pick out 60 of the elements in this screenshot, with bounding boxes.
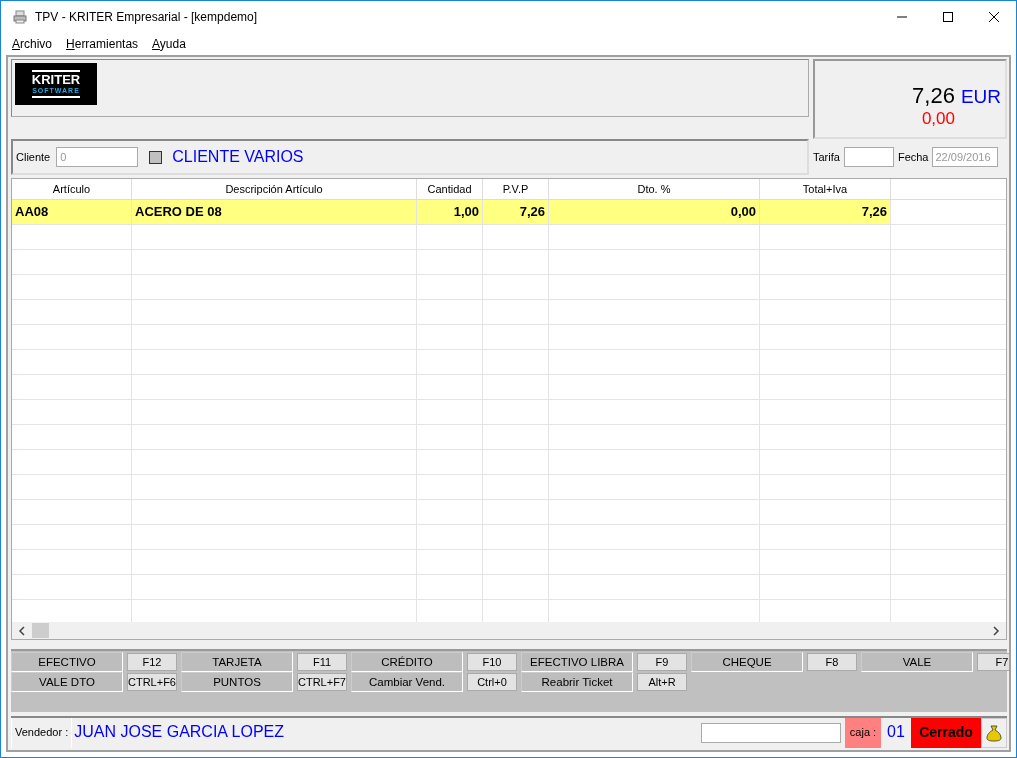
money-bag-button[interactable] xyxy=(981,718,1007,748)
client-checkbox[interactable] xyxy=(149,150,163,164)
payment-button[interactable]: PUNTOS xyxy=(181,672,293,692)
scrollbar-thumb[interactable] xyxy=(32,623,49,638)
window-title: TPV - KRITER Empresarial - [kempdemo] xyxy=(35,10,258,24)
tarifa-label: Tarifa xyxy=(813,151,840,163)
shortcut-key: F12 xyxy=(127,653,177,671)
shortcut-key: F7 xyxy=(977,653,1009,671)
pending-amount: 0,00 xyxy=(921,109,955,129)
column-header[interactable]: Dto. % xyxy=(549,179,760,199)
menu-item[interactable]: Herramientas xyxy=(66,37,139,51)
table-cell: ACERO DE 08 xyxy=(132,200,417,225)
table-cell: 7,26 xyxy=(760,200,891,225)
printer-icon xyxy=(13,10,27,24)
menu-item[interactable]: Ayuda xyxy=(152,37,186,51)
vendedor-label: Vendedor : xyxy=(11,718,73,748)
shortcut-key: F8 xyxy=(807,653,857,671)
input-field[interactable] xyxy=(701,723,841,743)
table-cell: 7,26 xyxy=(483,200,549,225)
menu-item[interactable]: Archivo xyxy=(12,37,53,51)
column-header[interactable]: Artículo xyxy=(12,179,132,199)
shortcut-key: F10 xyxy=(467,653,517,671)
shortcut-key: F9 xyxy=(637,653,687,671)
scroll-right-icon[interactable] xyxy=(992,625,1000,636)
table-cell: 0,00 xyxy=(549,200,760,225)
client-name: CLIENTE VARIOS xyxy=(172,148,304,166)
total-amount: 7,26 xyxy=(912,83,955,109)
payment-button[interactable]: VALE xyxy=(861,652,973,672)
table-cell: 1,00 xyxy=(417,200,483,225)
shortcut-key: Ctrl+0 xyxy=(467,673,517,691)
payment-button[interactable]: VALE DTO xyxy=(11,672,123,692)
shortcut-key: CTRL+F7 xyxy=(297,673,347,691)
maximize-icon[interactable] xyxy=(942,11,954,23)
tarifa-field[interactable] xyxy=(843,147,894,167)
column-header[interactable]: P.V.P xyxy=(483,179,549,199)
fecha-label: Fecha xyxy=(897,151,929,163)
vendedor-name: JUAN JOSE GARCIA LOPEZ xyxy=(73,722,286,742)
shortcut-key: F11 xyxy=(297,653,347,671)
shortcut-key: CTRL+F6 xyxy=(127,673,177,691)
caja-number: 01 xyxy=(886,722,906,742)
payment-button[interactable]: CRÉDITO xyxy=(351,652,463,672)
column-header[interactable]: Descripción Artículo xyxy=(132,179,417,199)
table-cell: AA08 xyxy=(12,200,132,225)
table-row[interactable]: AA08 ACERO DE 08 1,00 7,26 0,00 7,26 xyxy=(12,200,891,225)
caja-label: caja : xyxy=(845,718,881,748)
payment-button[interactable]: Reabrir Ticket xyxy=(521,672,633,692)
column-header[interactable]: Cantidad xyxy=(417,179,483,199)
payment-button[interactable]: EFECTIVO LIBRA xyxy=(521,652,633,672)
close-icon[interactable] xyxy=(988,11,1000,23)
column-header[interactable]: Total+Iva xyxy=(760,179,891,199)
shortcut-key: Alt+R xyxy=(637,673,687,691)
money-bag-icon xyxy=(985,724,1003,742)
client-label: Cliente xyxy=(16,151,51,163)
payment-button[interactable]: EFECTIVO xyxy=(11,652,123,672)
payment-button[interactable]: CHEQUE xyxy=(691,652,803,672)
scroll-left-icon[interactable] xyxy=(18,625,26,636)
payment-button[interactable]: Cambiar Vend. xyxy=(351,672,463,692)
currency-label: EUR xyxy=(960,86,1001,108)
payment-button[interactable]: TARJETA xyxy=(181,652,293,672)
register-state: Cerrado xyxy=(911,718,981,748)
